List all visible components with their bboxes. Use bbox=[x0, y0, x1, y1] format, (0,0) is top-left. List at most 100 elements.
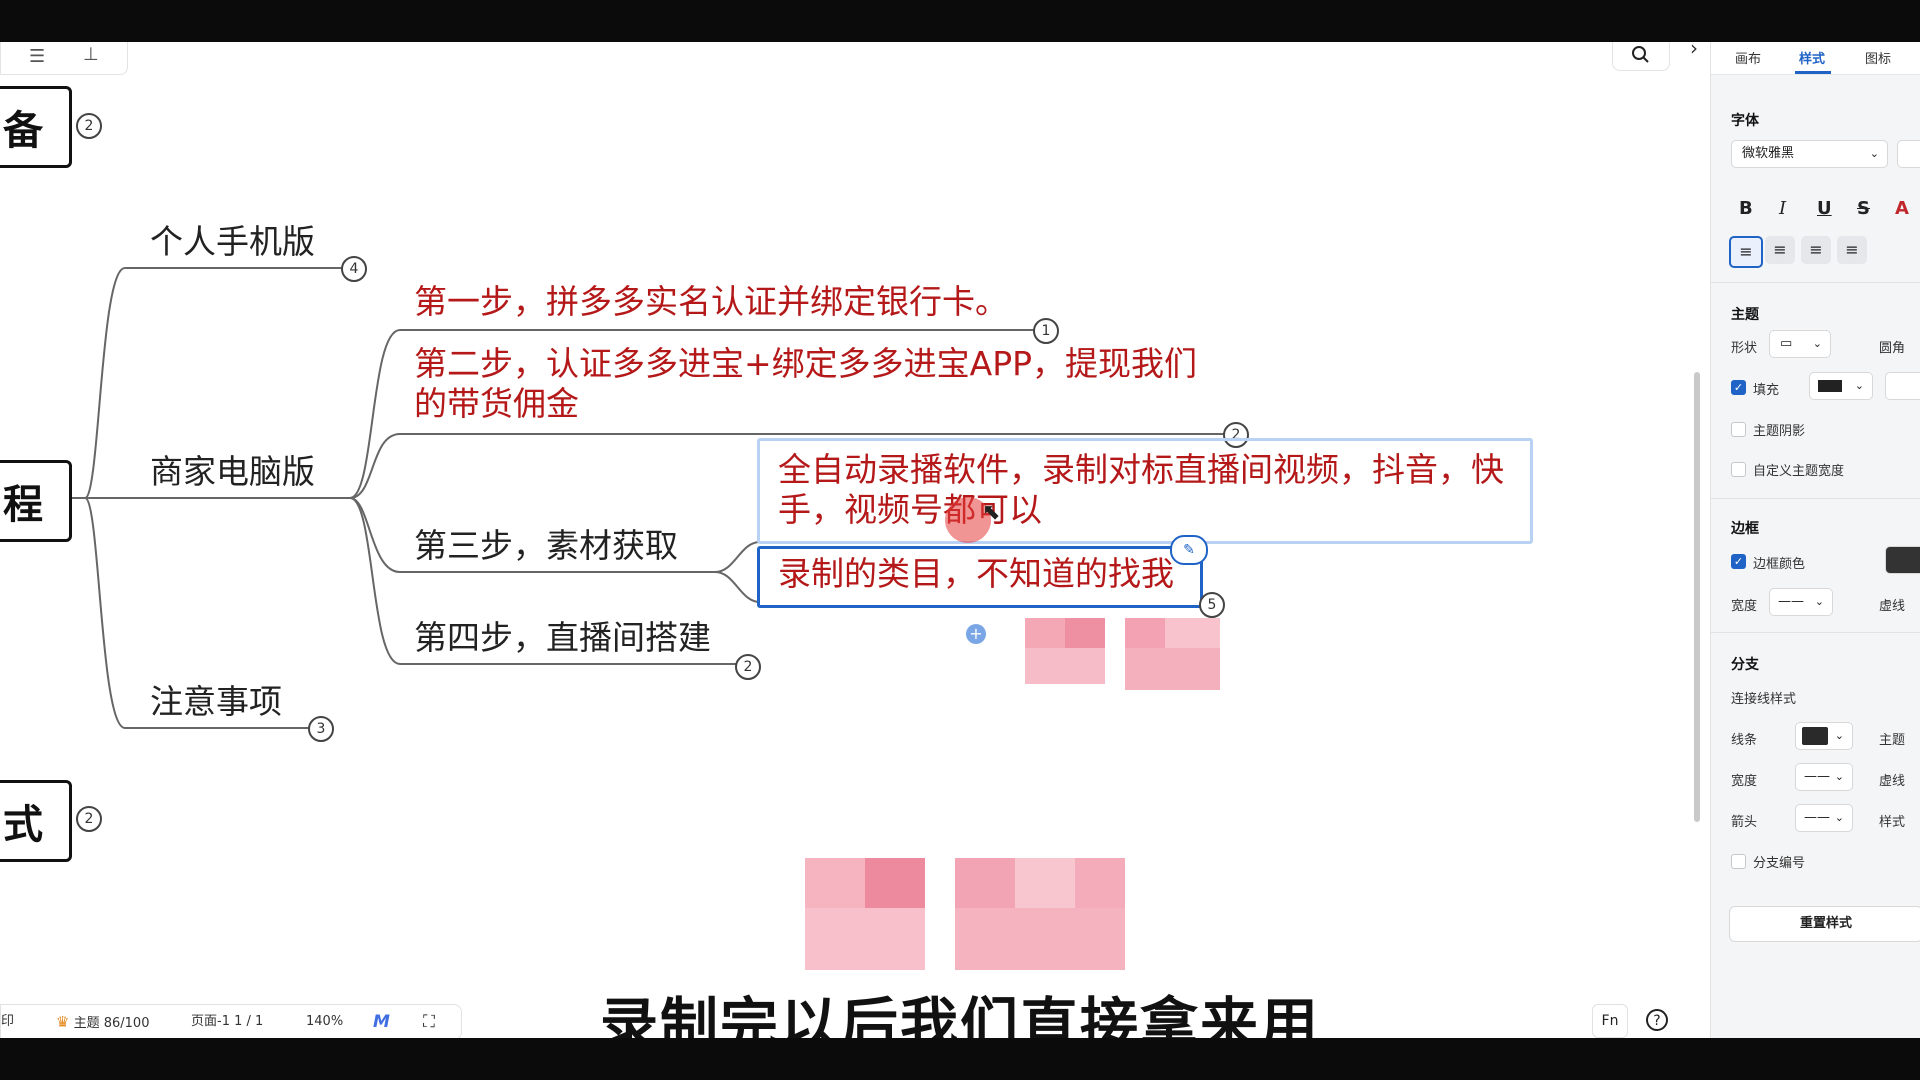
branch-theme-label: 主题 bbox=[1879, 733, 1906, 748]
font-family-select[interactable]: 微软雅黑 ⌄ bbox=[1731, 140, 1888, 168]
shape-select[interactable]: ▭ ⌄ bbox=[1769, 330, 1831, 358]
color-swatch bbox=[1802, 726, 1828, 745]
arrow-label: 箭头 bbox=[1731, 815, 1758, 830]
format-painter-icon[interactable]: ✎ bbox=[1170, 535, 1208, 565]
arrow-select[interactable]: —— ⌄ bbox=[1795, 804, 1853, 832]
ai-logo-icon[interactable]: M bbox=[373, 1005, 390, 1038]
topic-section-title: 主题 bbox=[1731, 307, 1759, 323]
branch-node-merchant-pc[interactable]: 商家电脑版 bbox=[150, 452, 315, 492]
panel-tabs: 画布 样式 图标 bbox=[1711, 42, 1920, 75]
collapse-count-badge[interactable]: 5 bbox=[1199, 592, 1225, 618]
branch-section-title: 分支 bbox=[1731, 657, 1759, 673]
video-letterbox-top bbox=[0, 0, 1920, 42]
add-node-icon[interactable]: + bbox=[966, 624, 986, 644]
custom-width-label: 自定义主题宽度 bbox=[1753, 464, 1845, 479]
line-icon: —— bbox=[1804, 810, 1830, 825]
formula-button[interactable]: Fn bbox=[1592, 1004, 1628, 1038]
help-button[interactable]: ? bbox=[1640, 1004, 1674, 1036]
blurred-region bbox=[1025, 618, 1220, 690]
chevron-down-icon: ⌄ bbox=[1854, 379, 1864, 392]
collapse-count-badge[interactable]: 2 bbox=[735, 654, 761, 680]
shadow-label: 主题阴影 bbox=[1753, 424, 1806, 439]
section-divider bbox=[1711, 498, 1920, 499]
video-letterbox-bottom bbox=[0, 1038, 1920, 1080]
collapse-count-badge[interactable]: 1 bbox=[1033, 318, 1059, 344]
topic-count[interactable]: ♛ 主题 86/100 bbox=[56, 1005, 149, 1038]
collapse-count-badge[interactable]: 4 bbox=[341, 256, 367, 282]
border-color-label: 边框颜色 bbox=[1753, 557, 1806, 572]
root-node-process[interactable]: 程 bbox=[0, 460, 72, 542]
branch-width-select[interactable]: —— ⌄ bbox=[1795, 763, 1853, 791]
connector-style-label: 连接线样式 bbox=[1731, 692, 1797, 707]
chevron-down-icon: ⌄ bbox=[1834, 729, 1844, 742]
step-node-3[interactable]: 第三步，素材获取 bbox=[414, 526, 678, 566]
italic-button[interactable]: I bbox=[1779, 198, 1786, 219]
border-width-select[interactable]: —— ⌄ bbox=[1769, 588, 1833, 616]
svg-text:?: ? bbox=[1653, 1013, 1660, 1029]
shadow-checkbox[interactable] bbox=[1731, 422, 1746, 437]
fill-checkbox[interactable]: ✓ bbox=[1731, 380, 1746, 395]
branch-number-label: 分支编号 bbox=[1753, 856, 1806, 871]
root-node-prepare[interactable]: 备 bbox=[0, 86, 72, 168]
chevron-down-icon: ⌄ bbox=[1834, 770, 1844, 783]
border-width-label: 宽度 bbox=[1731, 599, 1758, 614]
child-node-line2: 手，视频号都可以 bbox=[778, 490, 1042, 530]
branch-node-notes[interactable]: 注意事项 bbox=[150, 682, 282, 722]
step-node-2[interactable]: 第二步，认证多多进宝+绑定多多进宝APP，提现我们 的带货佣金 bbox=[414, 344, 1197, 425]
fill-label: 填充 bbox=[1753, 383, 1780, 398]
zoom-level[interactable]: 140% bbox=[306, 1005, 343, 1038]
fill-opacity-input[interactable] bbox=[1885, 372, 1920, 400]
fullscreen-icon[interactable]: ⛶ bbox=[423, 1005, 435, 1038]
align-right-button[interactable]: ≡ bbox=[1801, 236, 1831, 264]
strikethrough-button[interactable]: S bbox=[1857, 198, 1870, 219]
collapse-count-badge[interactable]: 2 bbox=[76, 806, 102, 832]
font-size-select[interactable] bbox=[1897, 140, 1920, 168]
underline-button[interactable]: U bbox=[1817, 198, 1832, 219]
align-left-button[interactable]: ≡ bbox=[1729, 236, 1763, 268]
child-node-category-text: 录制的类目，不知道的找我 bbox=[778, 554, 1174, 593]
align-justify-button[interactable]: ≡ bbox=[1837, 236, 1867, 264]
corner-label: 圆角 bbox=[1879, 341, 1906, 356]
section-divider bbox=[1711, 282, 1920, 283]
font-color-button[interactable]: A bbox=[1895, 198, 1909, 219]
reset-style-button[interactable]: 重置样式 bbox=[1729, 906, 1920, 942]
tab-style[interactable]: 样式 bbox=[1799, 48, 1825, 67]
font-section-title: 字体 bbox=[1731, 113, 1759, 129]
line-color-select[interactable]: ⌄ bbox=[1795, 722, 1853, 750]
branch-node-mobile[interactable]: 个人手机版 bbox=[150, 222, 315, 262]
section-divider bbox=[1711, 632, 1920, 633]
align-center-button[interactable]: ≡ bbox=[1765, 236, 1795, 264]
video-subtitle: 录制完以后我们直接拿来用 bbox=[600, 991, 1321, 1038]
collapse-count-badge[interactable]: 2 bbox=[76, 113, 102, 139]
canvas-scrollbar[interactable] bbox=[1694, 372, 1700, 822]
border-color-checkbox[interactable]: ✓ bbox=[1731, 554, 1746, 569]
step-node-4[interactable]: 第四步，直播间搭建 bbox=[414, 618, 711, 658]
branch-width-label: 宽度 bbox=[1731, 774, 1758, 789]
child-node-line1: 全自动录播软件，录制对标直播间视频，抖音，快 bbox=[778, 450, 1504, 489]
tab-icon[interactable]: 图标 bbox=[1865, 48, 1891, 67]
custom-width-checkbox[interactable] bbox=[1731, 462, 1746, 477]
child-node-recording-software-text: 全自动录播软件，录制对标直播间视频，抖音，快 手，视频号都可以 bbox=[778, 450, 1504, 531]
shape-label: 形状 bbox=[1731, 341, 1758, 356]
border-dash-label: 虚线 bbox=[1879, 599, 1906, 614]
step-node-2-line2: 的带货佣金 bbox=[414, 384, 579, 424]
branch-number-checkbox[interactable] bbox=[1731, 854, 1746, 869]
border-color-select[interactable] bbox=[1885, 546, 1920, 574]
page-indicator[interactable]: 页面-1 1 / 1 bbox=[191, 1005, 263, 1038]
status-left-cut: 印 bbox=[1, 1014, 15, 1029]
blurred-region bbox=[805, 858, 1125, 970]
active-tab-indicator bbox=[1795, 71, 1831, 74]
line-icon: —— bbox=[1804, 769, 1830, 784]
tab-canvas[interactable]: 画布 bbox=[1735, 48, 1761, 67]
root-node-label: 式 bbox=[3, 802, 43, 848]
status-bar: 印 ♛ 主题 86/100 页面-1 1 / 1 140% M ⛶ bbox=[0, 1004, 462, 1038]
collapse-count-badge[interactable]: 3 bbox=[308, 716, 334, 742]
bold-button[interactable]: B bbox=[1739, 198, 1753, 219]
chevron-down-icon: ⌄ bbox=[1834, 811, 1844, 824]
root-node-method[interactable]: 式 bbox=[0, 780, 72, 862]
fill-color-select[interactable]: ⌄ bbox=[1809, 372, 1873, 400]
topic-count-label: 主题 86/100 bbox=[73, 1016, 150, 1031]
chevron-down-icon: ⌄ bbox=[1814, 595, 1824, 608]
root-node-label: 程 bbox=[3, 482, 43, 528]
step-node-1[interactable]: 第一步，拼多多实名认证并绑定银行卡。 bbox=[414, 282, 1008, 322]
